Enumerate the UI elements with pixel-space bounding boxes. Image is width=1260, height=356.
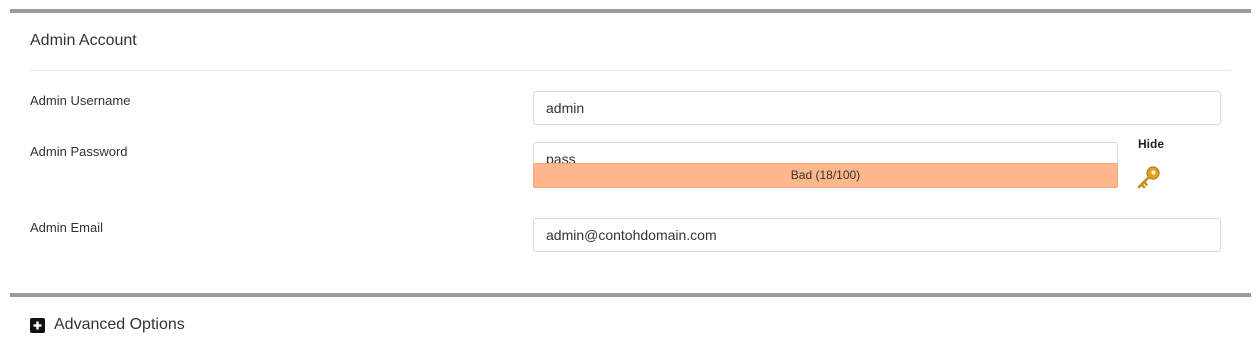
panel-divider bbox=[30, 70, 1230, 71]
admin-username-input[interactable] bbox=[533, 91, 1221, 125]
advanced-options-toggle[interactable]: Advanced Options bbox=[30, 314, 185, 336]
admin-username-label: Admin Username bbox=[30, 93, 131, 108]
hide-password-toggle[interactable]: Hide bbox=[1138, 137, 1164, 151]
admin-email-label: Admin Email bbox=[30, 220, 103, 235]
advanced-options-label: Advanced Options bbox=[54, 316, 185, 333]
advanced-options-panel-border bbox=[10, 293, 1251, 297]
admin-password-label: Admin Password bbox=[30, 144, 128, 159]
key-icon[interactable] bbox=[1136, 165, 1162, 191]
password-strength-text: Bad (18/100) bbox=[790, 168, 861, 182]
admin-email-input[interactable] bbox=[533, 218, 1221, 252]
plus-square-icon bbox=[30, 317, 45, 333]
password-strength-meter: Bad (18/100) bbox=[533, 163, 1118, 188]
panel-title: Admin Account bbox=[30, 32, 137, 49]
